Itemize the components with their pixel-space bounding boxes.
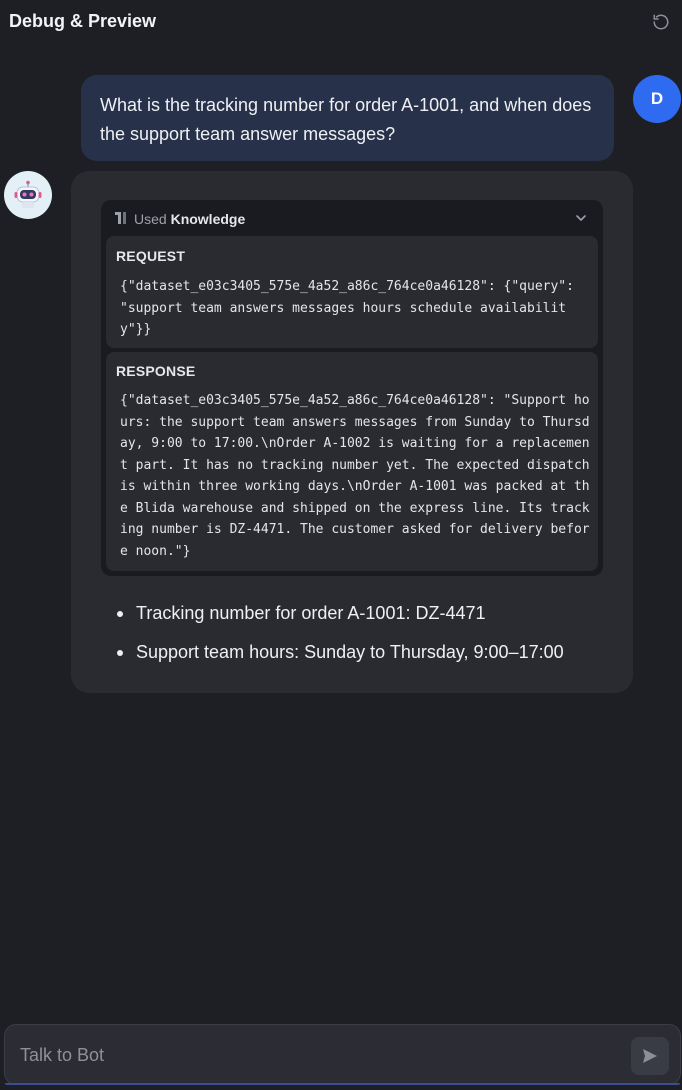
header: Debug & Preview <box>0 0 682 44</box>
knowledge-icon <box>115 212 126 224</box>
send-icon <box>643 1049 657 1063</box>
list-item: Tracking number for order A-1001: DZ-447… <box>117 602 607 624</box>
refresh-icon <box>653 14 668 29</box>
request-panel: REQUEST {"dataset_e03c3405_575e_4a52_a86… <box>106 236 598 348</box>
page-title: Debug & Preview <box>9 11 157 31</box>
used-label: Used <box>134 211 167 227</box>
knowledge-label: Used Knowledge <box>134 211 245 227</box>
answer-list: Tracking number for order A-1001: DZ-447… <box>117 602 607 680</box>
user-avatar: D <box>633 75 681 123</box>
chat-input[interactable] <box>20 1043 610 1067</box>
chevron-down-icon[interactable] <box>575 212 587 224</box>
refresh-button[interactable] <box>650 11 671 32</box>
response-body: {"dataset_e03c3405_575e_4a52_a86c_764ce0… <box>120 393 598 559</box>
chat-input-bar <box>4 1024 681 1085</box>
bot-message: Used Knowledge REQUEST {"dataset_e03c340… <box>71 171 633 693</box>
bot-avatar <box>4 171 52 219</box>
response-panel: RESPONSE {"dataset_e03c3405_575e_4a52_a8… <box>106 352 598 571</box>
send-button[interactable] <box>631 1037 669 1075</box>
user-message: What is the tracking number for order A-… <box>81 75 614 161</box>
user-avatar-letter: D <box>650 89 664 108</box>
request-title: REQUEST <box>116 248 186 264</box>
list-item: Support team hours: Sunday to Thursday, … <box>117 641 607 663</box>
knowledge-toggle[interactable]: Used Knowledge <box>101 200 603 236</box>
request-body: {"dataset_e03c3405_575e_4a52_a86c_764ce0… <box>120 279 582 337</box>
robot-icon <box>14 180 42 208</box>
knowledge-panel: Used Knowledge REQUEST {"dataset_e03c340… <box>101 200 603 576</box>
response-title: RESPONSE <box>116 363 196 379</box>
knowledge-title: Knowledge <box>170 211 246 227</box>
